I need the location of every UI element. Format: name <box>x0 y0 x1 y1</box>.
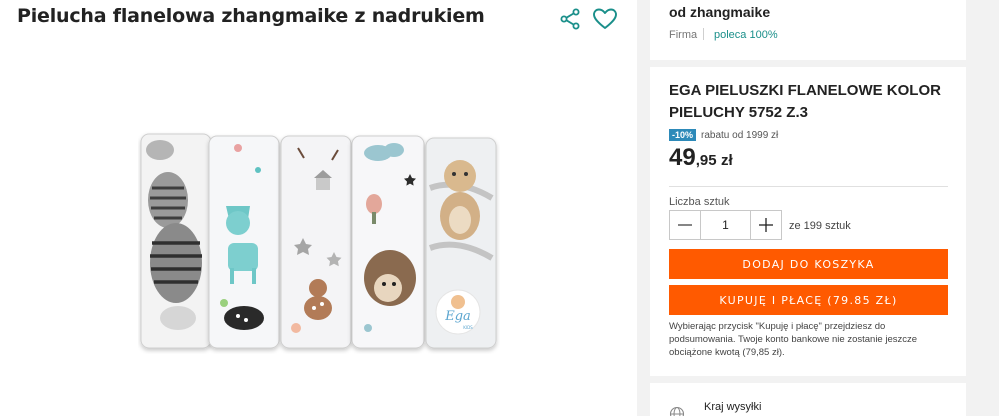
share-button[interactable] <box>558 7 582 31</box>
diaper-roll-zebra <box>140 133 212 349</box>
shipping-country-label: Kraj wysyłki <box>704 401 762 413</box>
seller-recommendation[interactable]: poleca 100% <box>714 29 778 41</box>
seller-name[interactable]: od zhangmaike <box>669 4 770 20</box>
buy-note: Wybierając przycisk "Kupuję i płacę" prz… <box>669 321 918 358</box>
diaper-roll-fawn <box>280 135 352 349</box>
heart-icon <box>593 8 617 29</box>
price: 49,95 zł <box>669 144 733 172</box>
brand-logo-sub: KIDS <box>463 325 473 330</box>
globe-icon <box>669 406 685 416</box>
quantity-input[interactable] <box>701 211 750 239</box>
offer-title: EGA PIELUSZKI FLANELOWE KOLOR PIELUCHY 5… <box>669 82 941 121</box>
seller-card: od zhangmaike Firma poleca 100% <box>650 0 966 60</box>
discount-badge: -10% <box>669 129 697 141</box>
seller-type: Firma <box>669 29 698 41</box>
price-integer: 49 <box>669 144 696 171</box>
price-currency: zł <box>721 152 733 169</box>
buy-now-button[interactable]: KUPUJĘ I PŁACĘ (79.85 ZŁ) <box>669 285 948 315</box>
diaper-roll-lion: Ega KIDS <box>425 137 497 349</box>
minus-icon <box>678 224 692 226</box>
quantity-decrease-button[interactable] <box>670 211 701 239</box>
add-to-cart-button[interactable]: DODAJ DO KOSZYKA <box>669 249 948 279</box>
page-title: Pielucha flanelowa zhangmaike z nadrukie… <box>17 5 485 27</box>
diaper-roll-hedgehog <box>351 135 425 349</box>
share-icon <box>560 8 580 30</box>
buy-card: EGA PIELUSZKI FLANELOWE KOLOR PIELUCHY 5… <box>650 67 966 376</box>
quantity-stepper <box>669 210 782 240</box>
price-decimal: ,95 <box>695 152 717 169</box>
discount-text: rabatu od 1999 zł <box>701 130 779 141</box>
seller-separator <box>703 28 704 40</box>
diaper-roll-deer <box>208 135 280 349</box>
brand-logo-text: Ega <box>444 309 471 324</box>
product-image[interactable]: Ega KIDS <box>138 128 500 354</box>
quantity-available: ze 199 sztuk <box>789 220 851 232</box>
offer-column: od zhangmaike Firma poleca 100% EGA PIEL… <box>650 0 966 416</box>
shipping-card: Kraj wysyłki <box>650 383 966 416</box>
quantity-increase-button[interactable] <box>750 211 781 239</box>
favorite-button[interactable] <box>592 7 618 31</box>
quantity-label: Liczba sztuk <box>669 196 730 208</box>
plus-icon <box>759 218 773 232</box>
product-gallery-panel: Pielucha flanelowa zhangmaike z nadrukie… <box>0 0 637 416</box>
divider <box>669 186 948 187</box>
